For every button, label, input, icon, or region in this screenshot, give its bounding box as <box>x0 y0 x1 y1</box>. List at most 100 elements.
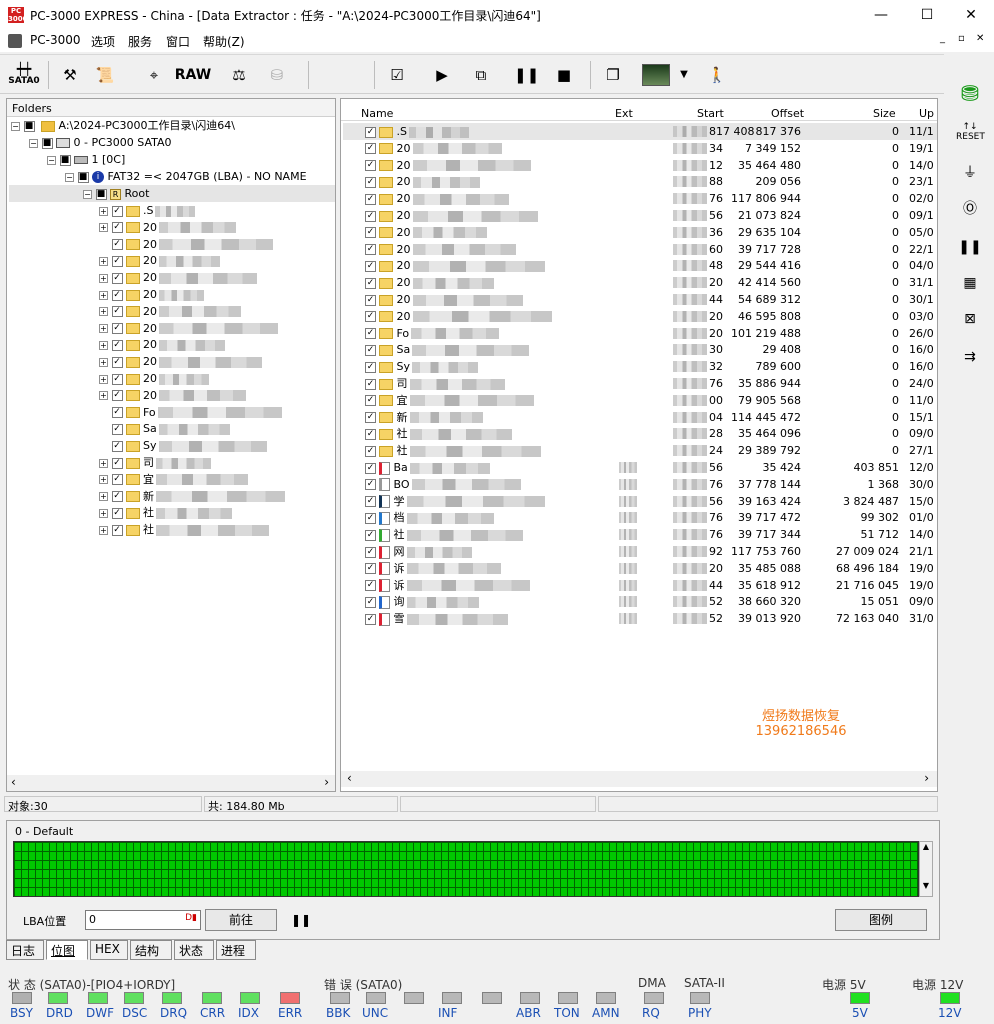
map-scrollbar[interactable]: ▲ ▼ <box>919 841 933 897</box>
file-row[interactable]: ✓ 档 76 39 717 472 99 302 01/0 <box>343 509 937 526</box>
scroll-icon[interactable]: 📜 <box>92 61 118 89</box>
chip-remove-icon[interactable]: ⊠ <box>956 306 984 332</box>
minimize-button[interactable]: — <box>858 0 904 30</box>
file-row[interactable]: ✓ 20 56 21 073 824 0 09/1 <box>343 207 937 224</box>
task-icon[interactable]: ☑ <box>384 61 410 89</box>
tree-structure-icon[interactable]: ⧉ <box>466 61 496 89</box>
tree-folder-item[interactable]: ✓ 20 <box>99 236 273 253</box>
file-row[interactable]: ✓ 20 76 117 806 944 0 02/0 <box>343 190 937 207</box>
raw-button[interactable]: RAW <box>174 61 212 89</box>
pause-right-icon[interactable]: ❚❚ <box>956 234 984 260</box>
tools-icon[interactable]: ⚒ <box>58 61 82 89</box>
col-start[interactable]: Start <box>697 107 724 120</box>
tree-root[interactable]: − ■ R Root <box>9 185 335 202</box>
file-row[interactable]: ✓ .S 817 408 817 376 0 11/1 <box>343 123 937 140</box>
connector-icon[interactable]: ⇉ <box>956 344 984 370</box>
file-row[interactable]: ✓ 20 20 46 595 808 0 03/0 <box>343 308 937 325</box>
file-row[interactable]: ✓ Sy 32 789 600 0 16/0 <box>343 358 937 375</box>
tree-filesystem[interactable]: − ■ i FAT32 =< 2047GB (LBA) - NO NAME <box>65 168 307 185</box>
go-button[interactable]: 前往 <box>205 909 277 931</box>
tree-root-path[interactable]: − ■ A:\2024-PC3000工作目录\闪迪64\ <box>11 117 235 134</box>
tree-folder-item[interactable]: + ✓ 20 <box>99 370 209 387</box>
reset-icon[interactable]: ↑↓ RESET <box>956 122 985 148</box>
disk-copy-icon[interactable]: ⛁ <box>264 61 290 89</box>
file-row[interactable]: ✓ 雪 52 39 013 920 72 163 040 31/0 <box>343 610 937 627</box>
database-add-icon[interactable]: ⛃ <box>956 82 984 108</box>
counter-icon[interactable]: ▦ <box>956 270 984 296</box>
stop-icon[interactable]: ■ <box>552 61 576 89</box>
tree-folder-item[interactable]: + ✓ 宜 <box>99 471 248 488</box>
file-row[interactable]: ✓ 20 36 29 635 104 0 05/0 <box>343 224 937 241</box>
file-row[interactable]: ✓ 司 76 35 886 944 0 24/0 <box>343 375 937 392</box>
dropdown-arrow-icon[interactable]: ▼ <box>676 61 692 89</box>
pause-icon[interactable]: ❚❚ <box>514 61 539 89</box>
file-row[interactable]: ✓ 20 20 42 414 560 0 31/1 <box>343 274 937 291</box>
tree-folder-item[interactable]: + ✓ 社 <box>99 521 269 538</box>
mdi-minimize-icon[interactable]: _ <box>940 33 945 44</box>
tree-partition[interactable]: − ■ 1 [0C] <box>47 151 125 168</box>
file-row[interactable]: ✓ Sa 30 29 408 0 16/0 <box>343 341 937 358</box>
file-row[interactable]: ✓ 20 48 29 544 416 0 04/0 <box>343 257 937 274</box>
tab-log[interactable]: 日志 <box>6 940 44 960</box>
play-icon[interactable]: ▶ <box>430 61 454 89</box>
menu-options[interactable]: 选项 <box>91 33 115 50</box>
sector-map[interactable] <box>13 841 919 897</box>
tree-folder-item[interactable]: + ✓ 20 <box>99 320 278 337</box>
file-row[interactable]: ✓ Fo 20 101 219 488 0 26/0 <box>343 325 937 342</box>
file-row[interactable]: ✓ 20 60 39 717 728 0 22/1 <box>343 241 937 258</box>
menu-pc3000[interactable]: PC-3000 <box>30 33 80 47</box>
sata-port-button[interactable]: ┿┿ SATA0 <box>6 61 42 89</box>
file-row[interactable]: ✓ 新 04 114 445 472 0 15/1 <box>343 409 937 426</box>
mdi-restore-icon[interactable]: ▫ <box>958 33 965 44</box>
file-row[interactable]: ✓ 社 24 29 389 792 0 27/1 <box>343 442 937 459</box>
mdi-close-icon[interactable]: ✕ <box>976 33 984 44</box>
voltage-icon[interactable]: ⏚ <box>956 160 984 186</box>
tree-folder-item[interactable]: ✓ Sy <box>99 437 267 454</box>
tree-folder-item[interactable]: + ✓ 20 <box>99 336 225 353</box>
col-up[interactable]: Up <box>919 107 934 120</box>
menu-service[interactable]: 服务 <box>128 33 152 50</box>
file-row[interactable]: ✓ 20 44 54 689 312 0 30/1 <box>343 291 937 308</box>
tree-folder-item[interactable]: + ✓ 20 <box>99 387 246 404</box>
file-row[interactable]: ✓ Ba 56 35 424 403 851 12/0 <box>343 459 937 476</box>
file-row[interactable]: ✓ 诉 20 35 485 088 68 496 184 19/0 <box>343 560 937 577</box>
tree-device[interactable]: − ■ 0 - PC3000 SATA0 <box>29 134 172 151</box>
files-hscroll[interactable]: ‹ › <box>341 771 937 787</box>
tree-folder-item[interactable]: + ✓ 20 <box>99 269 257 286</box>
folders-hscroll[interactable]: ‹ › <box>7 775 335 791</box>
file-row[interactable]: ✓ 学 56 39 163 424 3 824 487 15/0 <box>343 493 937 510</box>
tree-folder-item[interactable]: + ✓ 20 <box>99 252 220 269</box>
file-row[interactable]: ✓ BO 76 37 778 144 1 368 30/0 <box>343 476 937 493</box>
copy-windows-icon[interactable]: ❐ <box>600 61 626 89</box>
col-size[interactable]: Size <box>873 107 896 120</box>
tree-folder-item[interactable]: + ✓ .S <box>99 202 196 219</box>
col-ext[interactable]: Ext <box>615 107 633 120</box>
menu-window[interactable]: 窗口 <box>166 33 190 50</box>
scale-icon[interactable]: ⚖ <box>226 61 252 89</box>
maximize-button[interactable]: ☐ <box>904 0 950 30</box>
file-row[interactable]: ✓ 宜 00 79 905 568 0 11/0 <box>343 392 937 409</box>
tree-folder-item[interactable]: + ✓ 20 <box>99 303 241 320</box>
tree-folder-item[interactable]: + ✓ 社 <box>99 504 232 521</box>
tree-folder-item[interactable]: + ✓ 司 <box>99 454 211 471</box>
close-button[interactable]: ✕ <box>948 0 994 30</box>
tab-structure[interactable]: 结构 <box>130 940 172 960</box>
file-row[interactable]: ✓ 诉 44 35 618 912 21 716 045 19/0 <box>343 577 937 594</box>
tree-folder-item[interactable]: + ✓ 新 <box>99 488 285 505</box>
map-pause-icon[interactable]: ❚❚ <box>291 913 311 927</box>
tree-folder-item[interactable]: + ✓ 20 <box>99 219 236 236</box>
tab-process[interactable]: 进程 <box>216 940 256 960</box>
file-row[interactable]: ✓ 社 28 35 464 096 0 09/0 <box>343 425 937 442</box>
file-row[interactable]: ✓ 20 12 35 464 480 0 14/0 <box>343 157 937 174</box>
power-zero-icon[interactable]: Ⓞ <box>956 196 984 222</box>
binoculars-icon[interactable]: ⌖ <box>142 61 166 89</box>
file-row[interactable]: ✓ 询 52 38 660 320 15 051 09/0 <box>343 593 937 610</box>
image-preview-icon[interactable] <box>642 64 670 86</box>
tab-bitmap[interactable]: 位图 <box>46 940 88 960</box>
file-row[interactable]: ✓ 社 76 39 717 344 51 712 14/0 <box>343 526 937 543</box>
file-row[interactable]: ✓ 网 92 117 753 760 27 009 024 21/1 <box>343 543 937 560</box>
legend-button[interactable]: 图例 <box>835 909 927 931</box>
tree-folder-item[interactable]: + ✓ 20 <box>99 286 204 303</box>
menu-help[interactable]: 帮助(Z) <box>203 33 245 50</box>
file-row[interactable]: ✓ 20 88 209 056 0 23/1 <box>343 173 937 190</box>
